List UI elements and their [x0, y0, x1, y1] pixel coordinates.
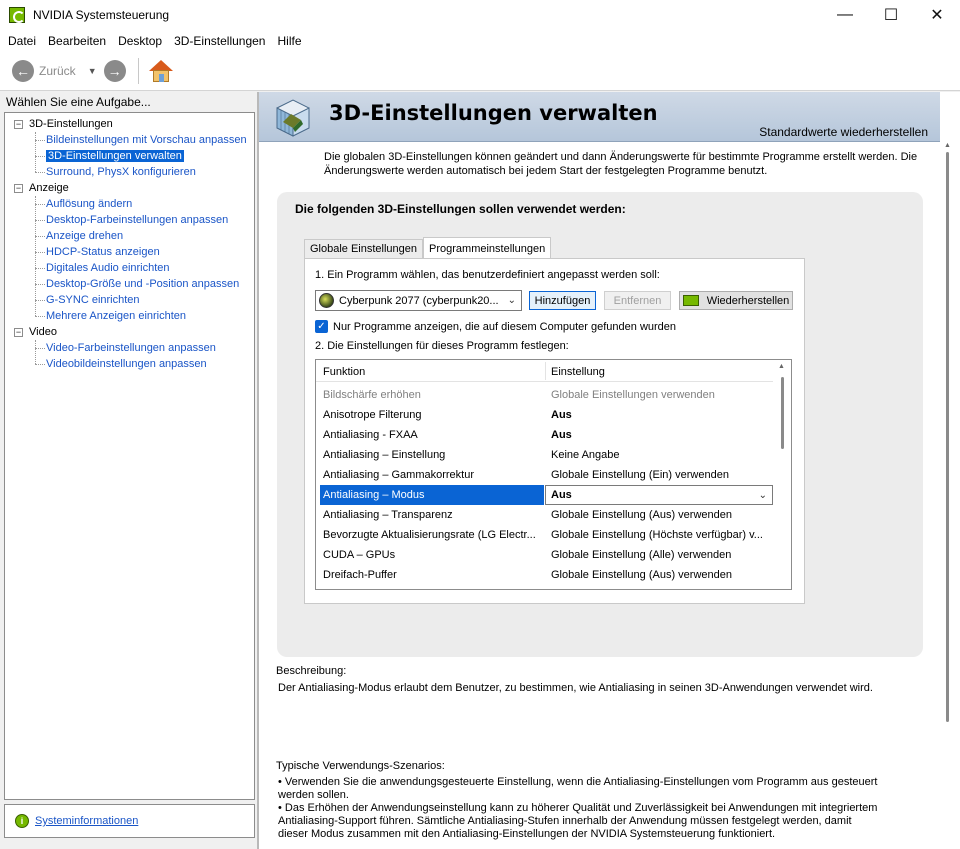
- usage-list: • Verwenden Sie die anwendungsgesteuerte…: [278, 776, 878, 841]
- toolbar-separator: [137, 57, 139, 84]
- step1-label: 1. Ein Programm wählen, das benutzerdefi…: [315, 269, 660, 281]
- tree-item-anzeige-drehen[interactable]: Anzeige drehen: [5, 220, 254, 244]
- system-info-link[interactable]: Systeminformationen: [35, 815, 138, 827]
- main-scrollbar[interactable]: ▲: [942, 142, 954, 849]
- tree-item-3d-verwalten[interactable]: 3D-Einstellungen verwalten: [5, 140, 254, 164]
- table-row[interactable]: Anisotrope Filterung Aus: [316, 405, 773, 425]
- list-item: • Das Erhöhen der Anwendungseinstellung …: [278, 802, 878, 840]
- system-info-box: i Systeminformationen: [4, 804, 255, 838]
- tab-program-settings[interactable]: Programmeinstellungen: [423, 237, 552, 259]
- tree-category-video[interactable]: − Video: [5, 324, 254, 340]
- 3d-cube-icon: [276, 99, 310, 137]
- tree-item-gsync[interactable]: G-SYNC einrichten: [5, 284, 254, 308]
- scrollbar-thumb[interactable]: [781, 377, 784, 449]
- history-dropdown-icon[interactable]: ▼: [88, 66, 97, 76]
- tab-global-settings[interactable]: Globale Einstellungen: [304, 239, 424, 259]
- menu-bar: Datei Bearbeiten Desktop 3D-Einstellunge…: [0, 30, 960, 51]
- menu-3d-einstellungen[interactable]: 3D-Einstellungen: [168, 34, 271, 48]
- intro-text: Die globalen 3D-Einstellungen können geä…: [324, 151, 918, 177]
- list-item: • Verwenden Sie die anwendungsgesteuerte…: [278, 776, 878, 801]
- menu-hilfe[interactable]: Hilfe: [271, 34, 307, 48]
- tree-category-3d[interactable]: − 3D-Einstellungen: [5, 116, 254, 132]
- description-title: Beschreibung:: [276, 665, 347, 677]
- maximize-button[interactable]: ☐: [868, 0, 914, 30]
- tree-item-surround-physx[interactable]: Surround, PhysX konfigurieren: [5, 156, 254, 180]
- sidebar-heading: Wählen Sie eine Aufgabe...: [6, 95, 151, 109]
- tree-item-digitales-audio[interactable]: Digitales Audio einrichten: [5, 252, 254, 276]
- scroll-up-icon[interactable]: ▲: [944, 142, 951, 149]
- info-icon: i: [15, 814, 29, 828]
- forward-arrow-icon[interactable]: →: [103, 59, 126, 82]
- program-select[interactable]: Cyberpunk 2077 (cyberpunk20... ⌄: [315, 290, 522, 311]
- toolbar: ← Zurück ▼ →: [0, 51, 960, 91]
- scrollbar-thumb[interactable]: [946, 152, 949, 722]
- add-button[interactable]: Hinzufügen: [529, 291, 596, 310]
- table-row[interactable]: Antialiasing – Transparenz Globale Einst…: [316, 505, 773, 525]
- page-banner: 3D-Einstellungen verwalten Standardwerte…: [259, 92, 940, 142]
- checkbox-label: Nur Programme anzeigen, die auf diesem C…: [333, 320, 677, 333]
- settings-grid: Funktion Einstellung Bildschärfe erhöhen…: [315, 359, 792, 590]
- menu-bearbeiten[interactable]: Bearbeiten: [42, 34, 112, 48]
- table-row[interactable]: Dreifach-Puffer Globale Einstellung (Aus…: [316, 565, 773, 585]
- tab-bar: Globale Einstellungen Programmeinstellun…: [304, 237, 552, 259]
- tree-item-bildeinstellungen[interactable]: Bildeinstellungen mit Vorschau anpassen: [5, 132, 254, 148]
- table-row[interactable]: CUDA – GPUs Globale Einstellung (Alle) v…: [316, 545, 773, 565]
- sidebar: Wählen Sie eine Aufgabe... − 3D-Einstell…: [0, 92, 257, 849]
- menu-datei[interactable]: Datei: [2, 34, 42, 48]
- grid-scrollbar[interactable]: ▲: [773, 360, 791, 589]
- column-header-setting[interactable]: Einstellung: [551, 366, 605, 378]
- table-row[interactable]: Antialiasing – Einstellung Keine Angabe: [316, 445, 773, 465]
- table-row[interactable]: Antialiasing - FXAA Aus: [316, 425, 773, 445]
- table-row-selected[interactable]: Antialiasing – Modus ⌄ Aus: [316, 485, 773, 505]
- collapse-icon[interactable]: −: [14, 184, 23, 193]
- tree-item-desktop-groesse[interactable]: Desktop-Größe und -Position anpassen: [5, 268, 254, 292]
- usage-title: Typische Verwendungs-Szenarios:: [276, 760, 445, 772]
- title-bar: NVIDIA Systemsteuerung — ☐ ✕: [0, 0, 960, 30]
- main-content: 3D-Einstellungen verwalten Standardwerte…: [259, 92, 960, 849]
- tree-category-anzeige[interactable]: − Anzeige: [5, 180, 254, 196]
- tree-item-video-farbe[interactable]: Video-Farbeinstellungen anpassen: [5, 340, 254, 356]
- task-tree: − 3D-Einstellungen Bildeinstellungen mit…: [4, 112, 255, 800]
- menu-desktop[interactable]: Desktop: [112, 34, 168, 48]
- window-title: NVIDIA Systemsteuerung: [33, 8, 170, 22]
- only-found-programs-option[interactable]: ✓ Nur Programme anzeigen, die auf diesem…: [315, 320, 676, 333]
- remove-button[interactable]: Entfernen: [604, 291, 671, 310]
- restore-defaults-link[interactable]: Standardwerte wiederherstellen: [759, 125, 928, 139]
- tree-item-mehrere-anzeigen[interactable]: Mehrere Anzeigen einrichten: [5, 300, 254, 324]
- tree-item-videobild[interactable]: Videobildeinstellungen anpassen: [5, 348, 254, 372]
- collapse-icon[interactable]: −: [14, 120, 23, 129]
- program-settings-pane: 1. Ein Programm wählen, das benutzerdefi…: [304, 258, 805, 604]
- collapse-icon[interactable]: −: [14, 328, 23, 337]
- tree-item-aufloesung[interactable]: Auflösung ändern: [5, 196, 254, 212]
- page-title: 3D-Einstellungen verwalten: [329, 101, 658, 125]
- tree-item-hdcp[interactable]: HDCP-Status anzeigen: [5, 236, 254, 260]
- only-found-programs-checkbox[interactable]: ✓: [315, 320, 328, 333]
- scroll-up-icon[interactable]: ▲: [778, 363, 785, 370]
- settings-panel: Die folgenden 3D-Einstellungen sollen ve…: [277, 192, 923, 657]
- restore-button[interactable]: Wiederherstellen: [679, 291, 793, 310]
- selected-program: Cyberpunk 2077 (cyberpunk20...: [339, 294, 499, 307]
- cyberpunk-app-icon: [319, 293, 334, 308]
- panel-heading: Die folgenden 3D-Einstellungen sollen ve…: [295, 202, 626, 216]
- back-label[interactable]: Zurück: [39, 64, 76, 78]
- nvidia-logo-icon: [682, 295, 699, 306]
- column-header-function[interactable]: Funktion: [323, 366, 365, 378]
- description-text: Der Antialiasing-Modus erlaubt dem Benut…: [278, 682, 873, 694]
- step2-label: 2. Die Einstellungen für dieses Programm…: [315, 340, 569, 352]
- table-row[interactable]: Bevorzugte Aktualisierungsrate (LG Elect…: [316, 525, 773, 545]
- home-icon[interactable]: [148, 59, 173, 83]
- close-button[interactable]: ✕: [914, 0, 960, 30]
- back-arrow-icon[interactable]: ←: [12, 59, 34, 82]
- tree-item-desktop-farbe[interactable]: Desktop-Farbeinstellungen anpassen: [5, 204, 254, 228]
- chevron-down-icon[interactable]: ⌄: [508, 295, 516, 306]
- grid-header: Funktion Einstellung: [316, 360, 773, 382]
- table-row[interactable]: Antialiasing – Gammakorrektur Globale Ei…: [316, 465, 773, 485]
- minimize-button[interactable]: —: [822, 0, 868, 30]
- nvidia-app-icon: [9, 7, 25, 23]
- table-row[interactable]: Bildschärfe erhöhen Globale Einstellunge…: [316, 385, 773, 405]
